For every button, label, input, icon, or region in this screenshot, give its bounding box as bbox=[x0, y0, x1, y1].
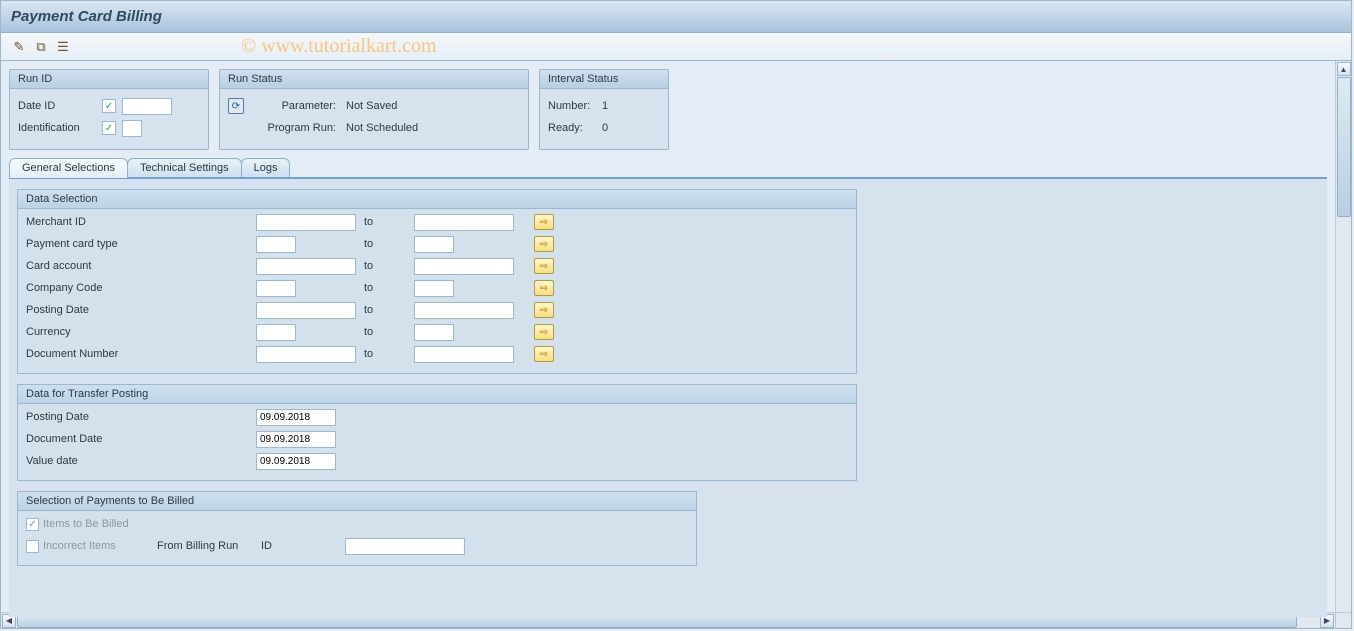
date-id-required-icon: ✓ bbox=[102, 99, 116, 113]
selection-row: Merchant ID to ⇨ bbox=[26, 211, 848, 233]
incorrect-items-label: Incorrect Items bbox=[43, 540, 153, 552]
scroll-up-icon[interactable]: ▲ bbox=[1337, 62, 1351, 76]
selection-to-input[interactable] bbox=[414, 214, 514, 231]
to-label: to bbox=[356, 326, 414, 338]
group-run-id-header: Run ID bbox=[10, 70, 208, 89]
selection-row-label: Posting Date bbox=[26, 304, 256, 316]
to-label: to bbox=[356, 348, 414, 360]
tab-general-selections[interactable]: General Selections bbox=[9, 158, 128, 178]
multiple-selection-button[interactable]: ⇨ bbox=[534, 324, 554, 340]
date-id-label: Date ID bbox=[18, 100, 96, 112]
selection-from-input[interactable] bbox=[256, 302, 356, 319]
selection-to-input[interactable] bbox=[414, 280, 454, 297]
selection-to-input[interactable] bbox=[414, 302, 514, 319]
selection-row: Document Number to ⇨ bbox=[26, 343, 848, 365]
to-label: to bbox=[356, 216, 414, 228]
section-selection-of-payments: Selection of Payments to Be Billed ✓ Ite… bbox=[17, 491, 697, 566]
selection-to-input[interactable] bbox=[414, 236, 454, 253]
program-run-value: Not Scheduled bbox=[346, 122, 418, 134]
ready-label: Ready: bbox=[548, 122, 596, 134]
selection-row: Card account to ⇨ bbox=[26, 255, 848, 277]
selection-row-label: Merchant ID bbox=[26, 216, 256, 228]
selection-from-input[interactable] bbox=[256, 258, 356, 275]
value-date-label: Value date bbox=[26, 455, 256, 467]
selection-row-label: Payment card type bbox=[26, 238, 256, 250]
group-interval-status-header: Interval Status bbox=[540, 70, 668, 89]
selection-to-input[interactable] bbox=[414, 324, 454, 341]
selection-row: Posting Date to ⇨ bbox=[26, 299, 848, 321]
posting-date-label: Posting Date bbox=[26, 411, 256, 423]
section-transfer-posting: Data for Transfer Posting Posting Date D… bbox=[17, 384, 857, 481]
incorrect-items-checkbox[interactable] bbox=[26, 540, 39, 553]
tab-content-general: Data Selection Merchant IDto⇨Payment car… bbox=[9, 177, 1327, 617]
section-sop-header: Selection of Payments to Be Billed bbox=[18, 492, 696, 511]
identification-input[interactable] bbox=[122, 120, 142, 137]
group-run-id: Run ID Date ID ✓ Identification ✓ bbox=[9, 69, 209, 150]
page-title: Payment Card Billing bbox=[11, 8, 162, 25]
selection-from-input[interactable] bbox=[256, 346, 356, 363]
billing-run-id-input[interactable] bbox=[345, 538, 465, 555]
section-transfer-posting-header: Data for Transfer Posting bbox=[18, 385, 856, 404]
value-date-input[interactable] bbox=[256, 453, 336, 470]
parameter-value: Not Saved bbox=[346, 100, 397, 112]
multiple-selection-button[interactable]: ⇨ bbox=[534, 280, 554, 296]
document-date-input[interactable] bbox=[256, 431, 336, 448]
date-id-input[interactable] bbox=[122, 98, 172, 115]
settings-icon[interactable]: ☰ bbox=[55, 39, 71, 55]
from-billing-run-label: From Billing Run bbox=[157, 540, 257, 552]
to-label: to bbox=[356, 238, 414, 250]
selection-row-label: Document Number bbox=[26, 348, 256, 360]
identification-required-icon: ✓ bbox=[102, 121, 116, 135]
selection-from-input[interactable] bbox=[256, 324, 296, 341]
copy-icon[interactable]: ⧉ bbox=[33, 39, 49, 55]
selection-row-label: Currency bbox=[26, 326, 256, 338]
status-info-icon[interactable]: ⟳ bbox=[228, 98, 244, 114]
to-label: to bbox=[356, 260, 414, 272]
multiple-selection-button[interactable]: ⇨ bbox=[534, 214, 554, 230]
selection-row: Currency to ⇨ bbox=[26, 321, 848, 343]
section-data-selection: Data Selection Merchant IDto⇨Payment car… bbox=[17, 189, 857, 374]
program-run-label: Program Run: bbox=[250, 122, 340, 134]
selection-row: Company Code to ⇨ bbox=[26, 277, 848, 299]
posting-date-input[interactable] bbox=[256, 409, 336, 426]
items-to-be-billed-checkbox[interactable]: ✓ bbox=[26, 518, 39, 531]
document-date-label: Document Date bbox=[26, 433, 256, 445]
multiple-selection-button[interactable]: ⇨ bbox=[534, 346, 554, 362]
to-label: to bbox=[356, 304, 414, 316]
title-bar: Payment Card Billing bbox=[1, 1, 1351, 33]
scrollbar-corner bbox=[1335, 612, 1351, 628]
selection-to-input[interactable] bbox=[414, 346, 514, 363]
multiple-selection-button[interactable]: ⇨ bbox=[534, 258, 554, 274]
id-label: ID bbox=[261, 540, 341, 552]
tabstrip: General Selections Technical Settings Lo… bbox=[9, 158, 1327, 178]
tab-technical-settings[interactable]: Technical Settings bbox=[127, 158, 242, 178]
identification-label: Identification bbox=[18, 122, 96, 134]
parameter-label: Parameter: bbox=[250, 100, 340, 112]
ready-value: 0 bbox=[602, 122, 608, 134]
tab-logs[interactable]: Logs bbox=[241, 158, 291, 178]
to-label: to bbox=[356, 282, 414, 294]
selection-row: Payment card type to ⇨ bbox=[26, 233, 848, 255]
items-to-be-billed-label: Items to Be Billed bbox=[43, 518, 129, 530]
number-value: 1 bbox=[602, 100, 608, 112]
group-interval-status: Interval Status Number: 1 Ready: 0 bbox=[539, 69, 669, 150]
selection-from-input[interactable] bbox=[256, 280, 296, 297]
multiple-selection-button[interactable]: ⇨ bbox=[534, 236, 554, 252]
number-label: Number: bbox=[548, 100, 596, 112]
pencil-icon[interactable]: ✎ bbox=[11, 39, 27, 55]
selection-row-label: Card account bbox=[26, 260, 256, 272]
group-run-status: Run Status ⟳ Parameter: Not Saved Progra… bbox=[219, 69, 529, 150]
multiple-selection-button[interactable]: ⇨ bbox=[534, 302, 554, 318]
group-run-status-header: Run Status bbox=[220, 70, 528, 89]
section-data-selection-header: Data Selection bbox=[18, 190, 856, 209]
selection-from-input[interactable] bbox=[256, 236, 296, 253]
selection-from-input[interactable] bbox=[256, 214, 356, 231]
selection-row-label: Company Code bbox=[26, 282, 256, 294]
vertical-scrollbar[interactable]: ▲ ▼ bbox=[1335, 61, 1351, 629]
application-toolbar: ✎ ⧉ ☰ bbox=[1, 33, 1351, 61]
scroll-thumb-v[interactable] bbox=[1337, 77, 1351, 217]
selection-to-input[interactable] bbox=[414, 258, 514, 275]
